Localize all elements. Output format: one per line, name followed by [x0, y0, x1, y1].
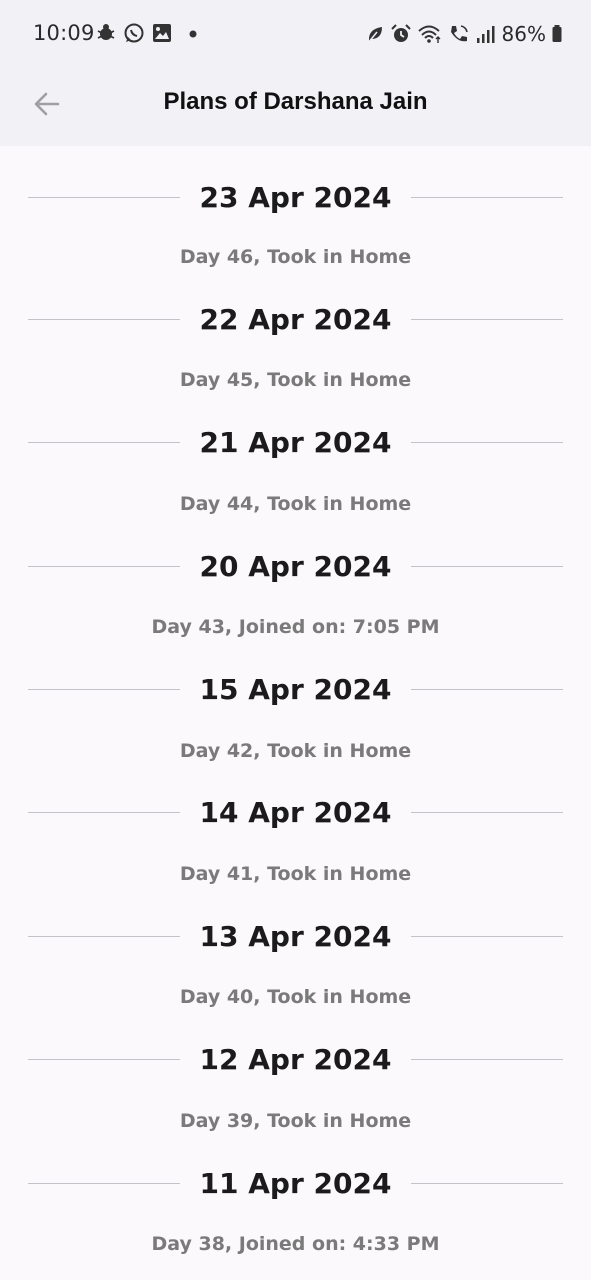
plan-date: 12 Apr 2024 — [199, 1043, 392, 1077]
wifi-icon — [417, 25, 441, 43]
plan-entry: 23 Apr 2024 Day 46, Took in Home — [0, 146, 591, 269]
battery-percent: 86% — [501, 22, 546, 46]
divider-right — [411, 565, 564, 567]
divider-left — [28, 812, 180, 814]
date-row: 15 Apr 2024 — [28, 670, 564, 710]
plan-entry: 21 Apr 2024 Day 44, Took in Home — [0, 393, 591, 516]
status-time: 10:09 — [33, 21, 95, 45]
divider-right — [411, 935, 564, 937]
plan-detail: Day 45, Took in Home — [179, 369, 412, 392]
plan-detail: Day 43, Joined on: 7:05 PM — [151, 616, 440, 639]
divider-left — [28, 1059, 180, 1061]
divider-right — [411, 1182, 564, 1184]
alarm-icon — [390, 24, 411, 42]
plan-date: 15 Apr 2024 — [199, 673, 392, 707]
plan-detail: Day 42, Took in Home — [179, 739, 412, 762]
battery-icon — [552, 25, 562, 42]
divider-right — [411, 812, 564, 814]
plan-date: 14 Apr 2024 — [199, 796, 392, 830]
plan-date: 22 Apr 2024 — [199, 302, 392, 336]
divider-left — [28, 935, 180, 937]
date-row: 20 Apr 2024 — [28, 546, 564, 586]
plan-date: 11 Apr 2024 — [199, 1166, 392, 1200]
dot-icon — [189, 30, 197, 38]
plan-date: 23 Apr 2024 — [199, 180, 392, 214]
plan-entry: 13 Apr 2024 Day 40, Took in Home — [0, 886, 591, 1009]
divider-right — [411, 689, 564, 691]
plan-detail: Day 38, Joined on: 4:33 PM — [151, 1233, 440, 1256]
divider-right — [411, 318, 564, 320]
divider-left — [28, 318, 180, 320]
divider-left — [28, 1182, 180, 1184]
plan-entry: 12 Apr 2024 Day 39, Took in Home — [0, 1010, 591, 1133]
plan-detail: Day 39, Took in Home — [179, 1109, 412, 1132]
page-title: Plans of Darshana Jain — [163, 88, 428, 115]
plan-entry: 11 Apr 2024 Day 38, Joined on: 4:33 PM — [0, 1133, 591, 1256]
divider-right — [411, 442, 564, 444]
date-row: 21 Apr 2024 — [28, 423, 564, 463]
date-row: 22 Apr 2024 — [28, 299, 564, 339]
gallery-icon — [153, 24, 171, 42]
plan-list[interactable]: 23 Apr 2024 Day 46, Took in Home 22 Apr 20… — [0, 146, 591, 1280]
plan-detail: Day 44, Took in Home — [179, 492, 412, 515]
wifi-call-icon — [450, 25, 468, 42]
app-bar: Plans of Darshana Jain — [0, 68, 591, 146]
date-row: 13 Apr 2024 — [28, 916, 564, 956]
plan-entry: 20 Apr 2024 Day 43, Joined on: 7:05 PM — [0, 516, 591, 639]
date-row: 12 Apr 2024 — [28, 1040, 564, 1080]
date-row: 23 Apr 2024 — [28, 177, 564, 217]
plan-date: 21 Apr 2024 — [199, 426, 392, 460]
status-left-icons — [95, 22, 201, 44]
plan-date: 20 Apr 2024 — [199, 549, 392, 583]
divider-right — [411, 1059, 564, 1061]
divider-right — [411, 196, 564, 198]
plan-date: 13 Apr 2024 — [199, 919, 392, 953]
divider-left — [28, 442, 180, 444]
plan-entry: 15 Apr 2024 Day 42, Took in Home — [0, 640, 591, 763]
leaf-icon — [366, 27, 382, 44]
signal-icon — [476, 26, 495, 43]
status-right-icons: 86% — [365, 22, 563, 46]
divider-left — [28, 196, 180, 198]
whatsapp-icon — [124, 23, 144, 43]
plan-entry: 22 Apr 2024 Day 45, Took in Home — [0, 269, 591, 392]
plan-detail: Day 41, Took in Home — [179, 862, 412, 885]
date-row: 14 Apr 2024 — [28, 793, 564, 833]
divider-left — [28, 565, 180, 567]
plan-detail: Day 40, Took in Home — [179, 986, 412, 1009]
date-row: 11 Apr 2024 — [28, 1163, 564, 1203]
status-bar: 10:09 86% — [0, 0, 591, 68]
plan-entry: 14 Apr 2024 Day 41, Took in Home — [0, 763, 591, 886]
plan-detail: Day 46, Took in Home — [179, 246, 412, 268]
bug-icon — [97, 24, 115, 40]
divider-left — [28, 689, 180, 691]
